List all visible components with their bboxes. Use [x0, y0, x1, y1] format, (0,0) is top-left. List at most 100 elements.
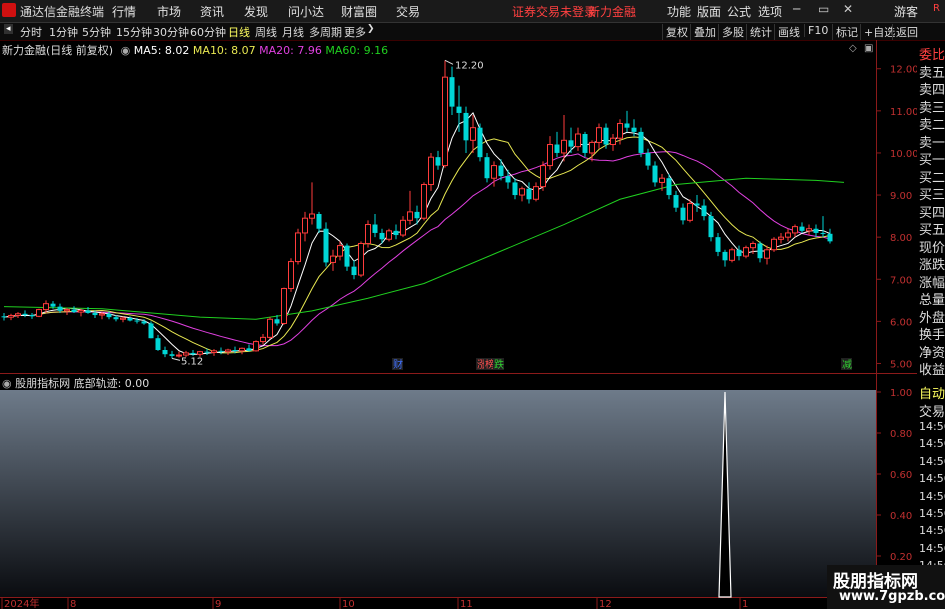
candle-body	[50, 303, 56, 307]
btn-biaoji[interactable]: 标记	[832, 24, 858, 40]
side-panel-item[interactable]: 涨跌	[919, 254, 945, 273]
candle-body	[43, 303, 49, 311]
tab-more[interactable]: 更多	[344, 24, 366, 40]
candle-body	[736, 249, 742, 257]
side-panel-item[interactable]: 卖三	[919, 97, 945, 116]
side-panel-item[interactable]: 买五	[919, 219, 945, 238]
price-tick-label: 5.00	[890, 359, 912, 370]
restore-icon[interactable]: ▭	[818, 2, 829, 16]
kline-chart[interactable]: 12.0011.0010.009.008.007.006.005.002024年…	[0, 40, 917, 609]
btn-fuquan[interactable]: 复权	[662, 24, 688, 40]
menu-caifuquan[interactable]: 财富圈	[341, 3, 377, 20]
menu-shichang[interactable]: 市场	[157, 3, 181, 20]
period-toolbar: ◂ 分时 1分钟 5分钟 15分钟 30分钟 60分钟 日线 周线 月线 多周期…	[0, 23, 945, 41]
btn-diejia[interactable]: 叠加	[690, 24, 716, 40]
menu-zixun[interactable]: 资讯	[200, 3, 224, 20]
menu-gongneng[interactable]: 功能	[667, 3, 691, 20]
candle-body	[204, 351, 210, 353]
btn-fanhui[interactable]: 返回	[892, 24, 918, 40]
tab-15min[interactable]: 15分钟	[116, 24, 152, 40]
btn-tongji[interactable]: 统计	[746, 24, 772, 40]
tab-daily[interactable]: 日线	[228, 24, 250, 40]
side-panel-item[interactable]: 净资	[919, 342, 945, 361]
candle-body	[197, 351, 203, 355]
candle-body	[162, 350, 168, 355]
minimize-icon[interactable]: ─	[793, 2, 800, 16]
candle-body	[15, 313, 21, 316]
side-panel-item[interactable]: 总量	[919, 289, 945, 308]
tab-monthly[interactable]: 月线	[282, 24, 304, 40]
side-panel-item[interactable]: 换手	[919, 324, 945, 343]
ma5-value: MA5: 8.02	[133, 44, 190, 57]
ma-toggle-icon[interactable]: ◉	[121, 44, 131, 57]
tab-weekly[interactable]: 周线	[255, 24, 277, 40]
menu-xuanxiang[interactable]: 选项	[758, 3, 782, 20]
side-panel-item[interactable]: 现价	[919, 237, 945, 256]
candle-body	[295, 232, 301, 263]
trade-time: 14:56	[919, 524, 945, 538]
tab-1min[interactable]: 1分钟	[49, 24, 78, 40]
btn-f10[interactable]: F10	[804, 24, 828, 37]
nav-left-icon[interactable]: ◂	[4, 24, 13, 34]
menu-faxian[interactable]: 发现	[244, 3, 268, 20]
candle-body	[470, 127, 476, 141]
side-panel-item[interactable]: 卖四	[919, 79, 945, 98]
side-panel-item[interactable]: 委比	[919, 44, 945, 63]
indicator-name[interactable]: 股朋指标网	[15, 377, 70, 390]
app-logo-icon	[2, 3, 16, 17]
side-panel-item[interactable]: 收益	[919, 359, 945, 378]
auto-label[interactable]: 自动	[919, 383, 945, 402]
candle-body	[148, 323, 154, 339]
menu-gongshi[interactable]: 公式	[727, 3, 751, 20]
candle-body	[365, 224, 371, 244]
candle-body	[519, 188, 525, 196]
candle-body	[134, 320, 140, 322]
candle-body	[533, 186, 539, 200]
app-title: 通达信金融终端	[20, 5, 105, 19]
side-panel-item[interactable]: 买二	[919, 167, 945, 186]
close-icon[interactable]: ✕	[843, 2, 853, 16]
diamond-icon[interactable]: ◇	[849, 43, 857, 54]
window-toggle-icon[interactable]: ▣	[864, 43, 873, 54]
indicator-toggle-icon[interactable]: ◉	[2, 377, 12, 390]
trade-login-status[interactable]: 证券交易未登录	[512, 3, 596, 20]
trade-time: 14:56	[919, 489, 945, 503]
tab-multi-period[interactable]: 多周期	[309, 24, 342, 40]
high-marker-arrow	[444, 59, 454, 65]
btn-zixuan[interactable]: +自选	[860, 24, 895, 40]
candle-body	[372, 224, 378, 233]
menu-wenxiaoda[interactable]: 问小达	[288, 3, 324, 20]
btn-duogu[interactable]: 多股	[718, 24, 744, 40]
r-badge: R	[933, 3, 940, 14]
tab-60min[interactable]: 60分钟	[190, 24, 226, 40]
side-panel-item[interactable]: 卖二	[919, 114, 945, 133]
candle-body	[540, 165, 546, 188]
tab-fenshi[interactable]: 分时	[20, 24, 42, 40]
side-panel-item[interactable]: 卖一	[919, 132, 945, 151]
btn-huaxian[interactable]: 画线	[774, 24, 800, 40]
side-panel-item[interactable]: 涨幅	[919, 272, 945, 291]
side-panel-item[interactable]: 买一	[919, 149, 945, 168]
low-price-label: 5.12	[181, 356, 203, 367]
candle-body	[792, 226, 798, 234]
menu-jiaoyi[interactable]: 交易	[396, 3, 420, 20]
tab-30min[interactable]: 30分钟	[153, 24, 189, 40]
side-panel-item[interactable]: 买四	[919, 202, 945, 221]
candle-body	[85, 310, 91, 313]
ma20-value: MA20: 7.96	[259, 44, 322, 57]
tab-5min[interactable]: 5分钟	[82, 24, 111, 40]
time-tick-label: 12	[599, 599, 612, 609]
guest-label[interactable]: 游客	[894, 3, 918, 20]
candle-body	[666, 178, 672, 196]
candle-body	[225, 349, 231, 353]
candle-body	[827, 233, 833, 242]
side-panel-item[interactable]: 外盘	[919, 307, 945, 326]
side-panel-item[interactable]: 卖五	[919, 62, 945, 81]
side-panel-item[interactable]: 买三	[919, 184, 945, 203]
indicator-tick-label: 0.40	[890, 511, 912, 522]
menu-banmian[interactable]: 版面	[697, 3, 721, 20]
candle-body	[386, 230, 392, 240]
trade-label[interactable]: 交易	[919, 401, 945, 420]
more-arrow-icon[interactable]: ❯	[367, 24, 375, 34]
menu-hangqing[interactable]: 行情	[112, 3, 136, 20]
